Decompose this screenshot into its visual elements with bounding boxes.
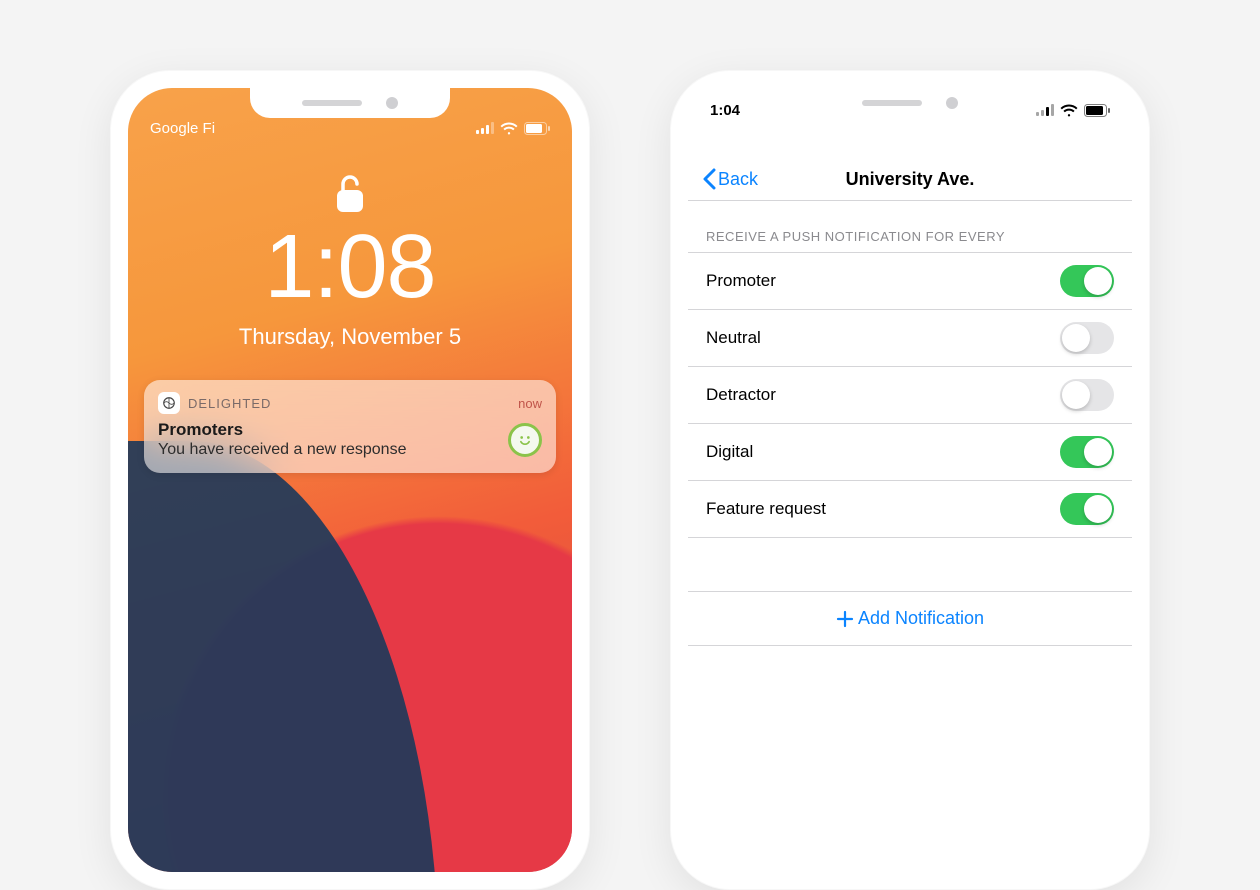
lockscreen-time: 1:08	[128, 222, 572, 312]
notification-message: You have received a new response	[158, 440, 406, 461]
toggle-list: Promoter Neutral Detractor Digital Feature r…	[688, 252, 1132, 538]
notification-time: now	[518, 396, 542, 411]
settings-row: Promoter	[688, 253, 1132, 310]
chevron-left-icon	[702, 168, 716, 190]
notification-app-name: DELIGHTED	[188, 396, 271, 411]
section-header: RECEIVE A PUSH NOTIFICATION FOR EVERY	[688, 201, 1132, 252]
plus-icon	[836, 610, 854, 628]
toggle-switch[interactable]	[1060, 265, 1114, 297]
lockscreen-date: Thursday, November 5	[128, 324, 572, 350]
signal-icon	[1036, 104, 1054, 116]
phone-lockscreen: Google Fi 1:08 Thursday, November 5 DELI…	[110, 70, 590, 890]
settings-row-label: Neutral	[706, 328, 761, 348]
smiley-icon	[508, 423, 542, 457]
navbar: Back University Ave.	[688, 124, 1132, 201]
signal-icon	[476, 122, 494, 134]
wifi-icon	[500, 122, 518, 135]
unlock-icon	[335, 172, 365, 214]
settings-row-label: Detractor	[706, 385, 776, 405]
notch	[810, 88, 1010, 118]
toggle-switch[interactable]	[1060, 322, 1114, 354]
settings-row: Detractor	[688, 367, 1132, 424]
toggle-switch[interactable]	[1060, 436, 1114, 468]
settings-row-label: Feature request	[706, 499, 826, 519]
toggle-switch[interactable]	[1060, 379, 1114, 411]
add-notification-button[interactable]: Add Notification	[688, 592, 1132, 646]
carrier-label: Google Fi	[150, 120, 215, 137]
notification-card[interactable]: DELIGHTED now Promoters You have receive…	[144, 380, 556, 473]
add-notification-label: Add Notification	[858, 608, 984, 629]
wifi-icon	[1060, 104, 1078, 117]
battery-icon	[1084, 104, 1110, 117]
status-time: 1:04	[710, 102, 740, 119]
app-icon	[158, 392, 180, 414]
battery-icon	[524, 122, 550, 135]
settings-row-label: Digital	[706, 442, 753, 462]
settings-row: Feature request	[688, 481, 1132, 538]
settings-row: Neutral	[688, 310, 1132, 367]
back-label: Back	[718, 169, 758, 190]
toggle-switch[interactable]	[1060, 493, 1114, 525]
notch	[250, 88, 450, 118]
back-button[interactable]: Back	[702, 168, 758, 190]
settings-row-label: Promoter	[706, 271, 776, 291]
notification-title: Promoters	[158, 420, 406, 440]
settings-row: Digital	[688, 424, 1132, 481]
phone-settings: 1:04 Back University Ave. RECEIVE A PUSH…	[670, 70, 1150, 890]
